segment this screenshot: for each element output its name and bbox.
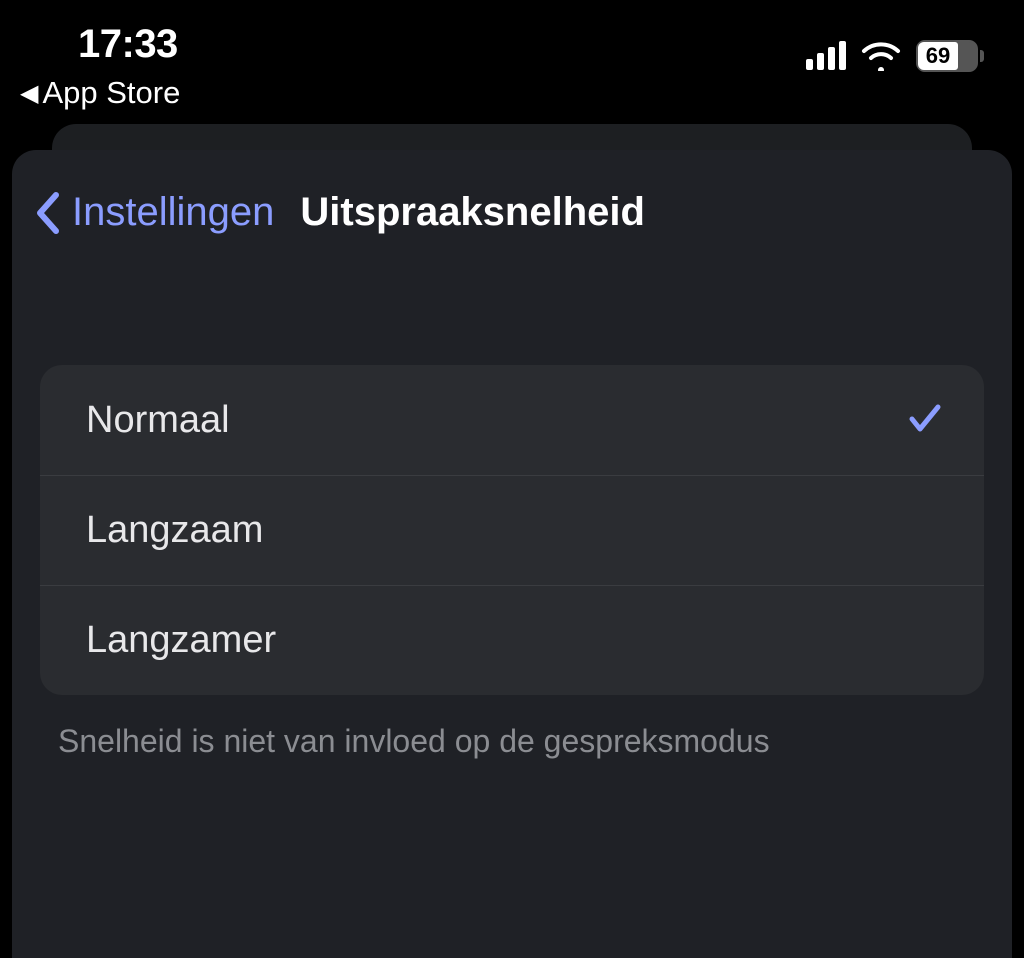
- checkmark-icon: [906, 399, 944, 442]
- back-to-app[interactable]: ◀ App Store: [20, 75, 180, 111]
- battery-percentage: 69: [926, 43, 950, 69]
- back-button[interactable]: [34, 191, 62, 235]
- back-label[interactable]: Instellingen: [72, 190, 274, 235]
- back-to-app-label: App Store: [42, 75, 180, 111]
- footer-note: Snelheid is niet van invloed op de gespr…: [40, 723, 984, 760]
- option-label: Langzaam: [86, 509, 263, 552]
- cellular-signal-icon: [806, 42, 846, 70]
- status-bar: 17:33 ◀ App Store 69: [0, 0, 1024, 70]
- speed-options-list: Normaal Langzaam Langzamer: [40, 365, 984, 695]
- option-langzaam[interactable]: Langzaam: [40, 475, 984, 585]
- option-langzamer[interactable]: Langzamer: [40, 585, 984, 695]
- settings-sheet: Instellingen Uitspraaksnelheid Normaal L…: [12, 150, 1012, 958]
- clock: 17:33: [78, 22, 180, 67]
- option-normaal[interactable]: Normaal: [40, 365, 984, 475]
- chevron-left-icon: ◀: [20, 79, 38, 108]
- wifi-icon: [860, 41, 902, 71]
- nav-header: Instellingen Uitspraaksnelheid: [12, 190, 1012, 235]
- option-label: Normaal: [86, 399, 230, 442]
- battery-indicator: 69: [916, 40, 984, 72]
- page-title: Uitspraaksnelheid: [300, 190, 645, 235]
- option-label: Langzamer: [86, 619, 276, 662]
